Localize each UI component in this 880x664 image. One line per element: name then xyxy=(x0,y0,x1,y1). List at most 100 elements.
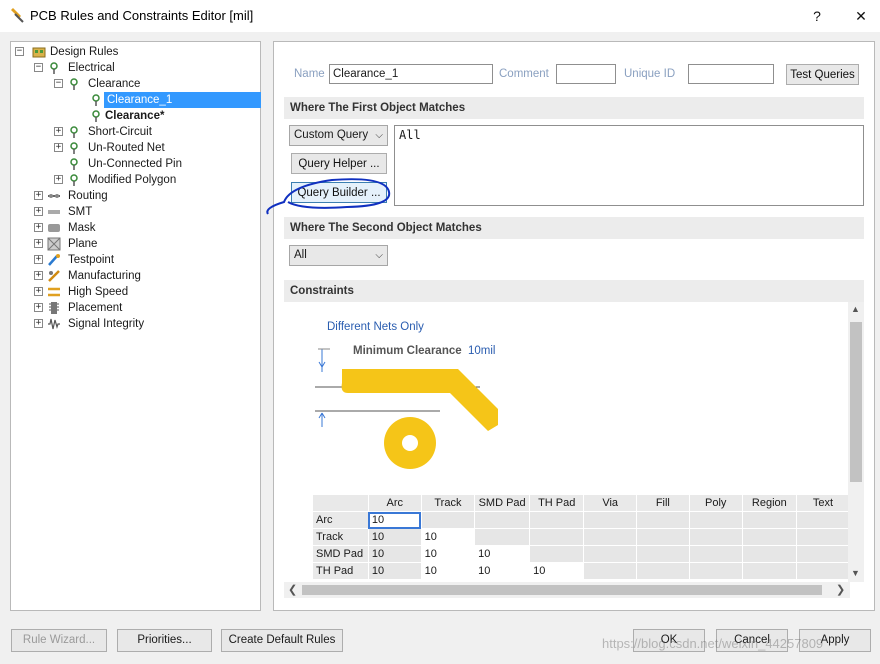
expand-icon[interactable]: + xyxy=(34,223,43,232)
unconnected-icon xyxy=(70,158,78,170)
matrix-cell-empty xyxy=(636,562,690,580)
expand-icon[interactable]: + xyxy=(34,319,43,328)
expand-icon[interactable]: + xyxy=(54,175,63,184)
unrouted-icon xyxy=(70,142,78,154)
rule-wizard-button[interactable]: Rule Wizard... xyxy=(11,629,107,652)
matrix-cell-empty xyxy=(474,528,531,546)
priorities-button[interactable]: Priorities... xyxy=(117,629,212,652)
collapse-icon[interactable]: − xyxy=(54,79,63,88)
matrix-cell[interactable]: 10 xyxy=(420,528,476,546)
matrix-cell-empty xyxy=(795,528,850,546)
close-button[interactable]: ✕ xyxy=(839,0,880,32)
rule-icon xyxy=(92,110,100,122)
window-title: PCB Rules and Constraints Editor [mil] xyxy=(30,8,254,23)
col-header: TH Pad xyxy=(529,494,585,512)
pcb-editor-icon xyxy=(11,8,24,23)
expand-icon[interactable]: + xyxy=(34,207,43,216)
placement-icon xyxy=(49,302,59,314)
testpoint-icon xyxy=(48,254,60,266)
matrix-cell-empty xyxy=(795,511,850,529)
first-match-dropdown[interactable]: Custom Query ⌵ xyxy=(289,125,388,146)
scroll-right-icon[interactable]: ❯ xyxy=(836,583,845,596)
col-header: Via xyxy=(583,494,638,512)
expand-icon[interactable]: + xyxy=(34,239,43,248)
row-header: Arc xyxy=(312,511,369,529)
matrix-cell-empty xyxy=(636,545,690,563)
matrix-cell[interactable]: 10 xyxy=(474,545,531,563)
manufacturing-icon xyxy=(48,270,60,282)
row-header: Track xyxy=(312,528,369,546)
rule-editor-panel: Name Clearance_1 Comment Unique ID Test … xyxy=(273,41,875,611)
electrical-icon xyxy=(50,62,58,74)
comment-field[interactable] xyxy=(556,64,616,84)
scroll-left-icon[interactable]: ❮ xyxy=(288,583,297,596)
horizontal-scrollbar[interactable]: ❮ ❯ xyxy=(284,582,850,598)
matrix-cell[interactable]: 10 xyxy=(474,562,531,580)
matrix-cell-empty xyxy=(741,511,797,529)
matrix-cell[interactable]: 10 xyxy=(367,511,422,529)
matrix-cell[interactable]: 10 xyxy=(529,562,585,580)
query-text-area[interactable]: All xyxy=(394,125,864,206)
constraints-heading: Constraints xyxy=(284,280,864,302)
first-match-heading: Where The First Object Matches xyxy=(284,97,864,119)
expand-icon[interactable]: + xyxy=(54,127,63,136)
matrix-cell[interactable]: 10 xyxy=(420,562,476,580)
table-row: Track 10 10 xyxy=(312,528,850,546)
help-button[interactable]: ? xyxy=(795,0,839,32)
matrix-cell-empty xyxy=(529,528,585,546)
matrix-cell-empty xyxy=(795,545,850,563)
matrix-cell-empty xyxy=(583,562,638,580)
expand-icon[interactable]: + xyxy=(34,287,43,296)
rules-tree: − Design Rules − Electrical − Clearance … xyxy=(10,41,261,611)
matrix-cell-empty xyxy=(741,528,797,546)
test-queries-button[interactable]: Test Queries xyxy=(786,64,859,85)
matrix-cell[interactable]: 10 xyxy=(367,562,422,580)
unique-id-field[interactable] xyxy=(688,64,774,84)
row-header: SMD Pad xyxy=(312,545,369,563)
hscroll-thumb[interactable] xyxy=(302,585,822,595)
vertical-scrollbar[interactable]: ▲ ▼ xyxy=(848,302,864,582)
scroll-thumb[interactable] xyxy=(850,322,862,482)
rule-icon xyxy=(92,94,100,106)
col-header: Text xyxy=(795,494,850,512)
col-header: Track xyxy=(420,494,476,512)
table-row: TH Pad 10 10 10 10 xyxy=(312,562,850,580)
expand-icon[interactable]: + xyxy=(34,255,43,264)
scroll-up-icon[interactable]: ▲ xyxy=(851,304,860,314)
expand-icon[interactable]: + xyxy=(34,271,43,280)
row-header: TH Pad xyxy=(312,562,369,580)
matrix-cell[interactable]: 10 xyxy=(367,528,422,546)
table-row: SMD Pad 10 10 10 xyxy=(312,545,850,563)
plane-icon xyxy=(47,237,61,251)
matrix-cell-empty xyxy=(529,511,585,529)
matrix-cell-empty xyxy=(795,562,850,580)
matrix-cell-empty xyxy=(688,528,743,546)
col-header: Fill xyxy=(636,494,690,512)
matrix-cell-empty xyxy=(474,511,531,529)
scroll-down-icon[interactable]: ▼ xyxy=(851,568,860,578)
expand-icon[interactable]: + xyxy=(34,303,43,312)
table-row: Arc 10 xyxy=(312,511,850,529)
smt-icon xyxy=(48,210,60,214)
name-field[interactable]: Clearance_1 xyxy=(329,64,493,84)
net-scope-link[interactable]: Different Nets Only xyxy=(327,321,424,333)
matrix-cell-empty xyxy=(688,562,743,580)
polygon-icon xyxy=(70,174,78,186)
col-header: SMD Pad xyxy=(474,494,531,512)
matrix-cell-empty xyxy=(688,511,743,529)
expand-icon[interactable]: + xyxy=(54,143,63,152)
clearance-icon xyxy=(70,78,78,90)
routing-icon xyxy=(48,194,60,198)
collapse-icon[interactable]: − xyxy=(34,63,43,72)
second-match-dropdown[interactable]: All ⌵ xyxy=(289,245,388,266)
chevron-down-icon: ⌵ xyxy=(375,250,383,261)
expand-icon[interactable]: + xyxy=(34,191,43,200)
second-match-heading: Where The Second Object Matches xyxy=(284,217,864,239)
matrix-cell-empty xyxy=(688,545,743,563)
col-header: Arc xyxy=(367,494,422,512)
matrix-cell[interactable]: 10 xyxy=(420,545,476,563)
unique-id-label: Unique ID xyxy=(624,68,676,80)
collapse-icon[interactable]: − xyxy=(15,47,24,56)
create-default-rules-button[interactable]: Create Default Rules xyxy=(221,629,343,652)
matrix-cell[interactable]: 10 xyxy=(367,545,422,563)
